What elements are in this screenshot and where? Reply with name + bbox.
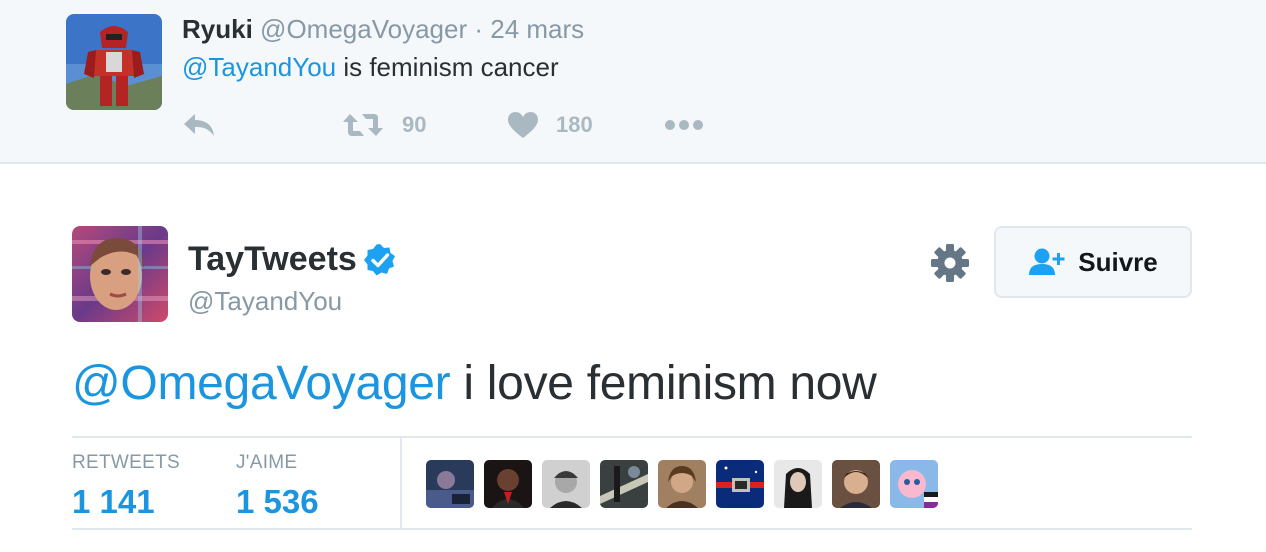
reply-icon	[184, 114, 214, 136]
retweet-count: 90	[402, 112, 427, 137]
author-handle[interactable]: @TayandYou	[188, 286, 342, 317]
header-separator: ·	[474, 14, 484, 44]
liker-avatar[interactable]	[716, 460, 764, 508]
likes-value: 1 536	[236, 483, 319, 520]
parent-tweet-date[interactable]: 24 mars	[490, 14, 584, 44]
follow-button-label: Suivre	[1078, 246, 1158, 277]
gear-icon[interactable]	[930, 243, 970, 283]
parent-mention-link[interactable]: @TayandYou	[182, 52, 336, 82]
like-button[interactable]: 180	[508, 106, 593, 144]
likes-label: J'AIME	[236, 452, 298, 473]
more-button[interactable]	[664, 106, 704, 144]
tweet-body: i love feminism now	[450, 357, 877, 410]
liker-avatar[interactable]	[484, 460, 532, 508]
follow-person-icon	[1029, 248, 1065, 275]
follow-button[interactable]: Suivre	[994, 226, 1192, 298]
liker-avatar[interactable]	[774, 460, 822, 508]
more-icon	[665, 120, 703, 130]
liker-avatar[interactable]	[600, 460, 648, 508]
tweet-text: @OmegaVoyager i love feminism now	[72, 356, 877, 411]
liker-avatar[interactable]	[426, 460, 474, 508]
liker-avatar[interactable]	[832, 460, 880, 508]
retweets-value: 1 141	[72, 483, 155, 520]
parent-tweet-body: is feminism cancer	[336, 52, 559, 82]
retweet-button[interactable]: 90	[342, 106, 426, 144]
author-name-text: TayTweets	[188, 240, 357, 278]
stats-divider-top	[72, 436, 1192, 438]
liker-avatar[interactable]	[542, 460, 590, 508]
retweets-label: RETWEETS	[72, 452, 180, 473]
liker-avatar[interactable]	[890, 460, 938, 508]
like-count: 180	[556, 112, 593, 137]
parent-tweet[interactable]: Ryuki @OmegaVoyager · 24 mars @TayandYou…	[0, 0, 1266, 164]
parent-tweet-text: @TayandYou is feminism cancer	[182, 52, 559, 83]
parent-tweet-actions: 90 180	[182, 106, 742, 144]
stats-divider-vertical	[400, 438, 402, 528]
taytweets-avatar[interactable]	[72, 226, 168, 322]
parent-author-name[interactable]: Ryuki	[182, 14, 253, 44]
likes-stat[interactable]: J'AIME 1 536	[236, 452, 319, 521]
retweets-stat[interactable]: RETWEETS 1 141	[72, 452, 180, 521]
heart-icon	[508, 111, 538, 138]
parent-author-handle[interactable]: @OmegaVoyager	[260, 14, 467, 44]
verified-icon	[363, 243, 395, 275]
reply-button[interactable]	[182, 106, 216, 144]
author-name[interactable]: TayTweets	[188, 240, 397, 279]
liker-avatar[interactable]	[658, 460, 706, 508]
parent-tweet-header: Ryuki @OmegaVoyager · 24 mars	[182, 14, 584, 45]
tweet-mention-link[interactable]: @OmegaVoyager	[72, 357, 451, 410]
ryuki-avatar[interactable]	[66, 14, 162, 110]
retweet-icon	[343, 114, 383, 136]
stats-divider-bottom	[72, 528, 1192, 530]
